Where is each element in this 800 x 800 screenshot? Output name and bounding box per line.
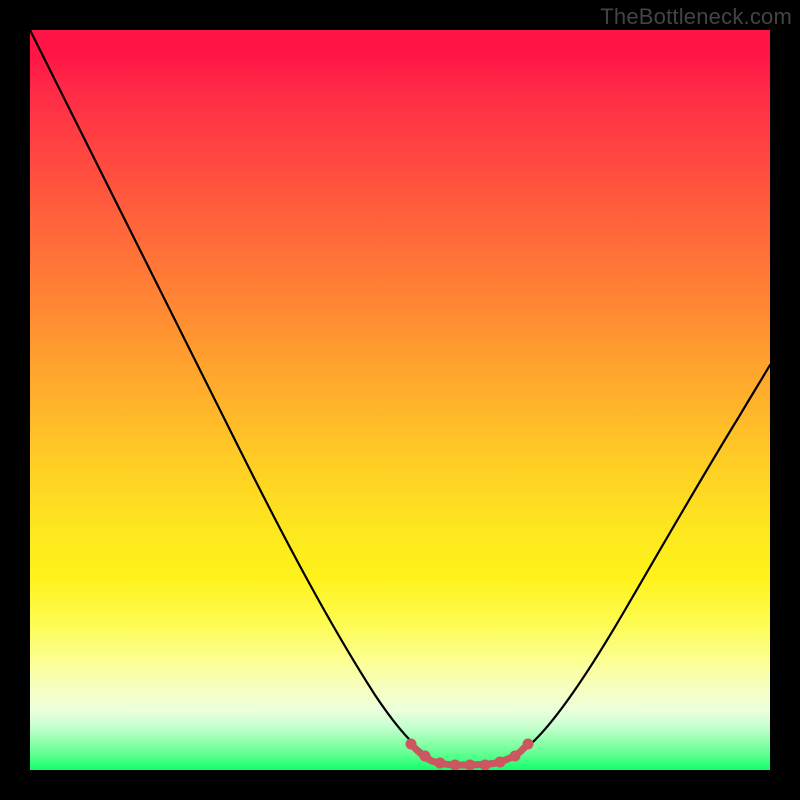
marker-dot	[450, 760, 460, 770]
optimal-range-markers	[406, 739, 533, 770]
plot-area	[30, 30, 770, 770]
bottleneck-curve	[30, 30, 770, 770]
marker-dot	[510, 751, 520, 761]
marker-dot	[406, 739, 416, 749]
chart-frame: TheBottleneck.com	[0, 0, 800, 800]
marker-dot	[495, 757, 505, 767]
marker-dot	[480, 760, 490, 770]
marker-dot	[523, 739, 533, 749]
marker-dot	[435, 758, 445, 768]
marker-dot	[465, 760, 475, 770]
watermark-text: TheBottleneck.com	[600, 4, 792, 30]
optimal-range-segment	[411, 744, 528, 765]
marker-dot	[420, 751, 430, 761]
curve-path	[30, 30, 770, 765]
